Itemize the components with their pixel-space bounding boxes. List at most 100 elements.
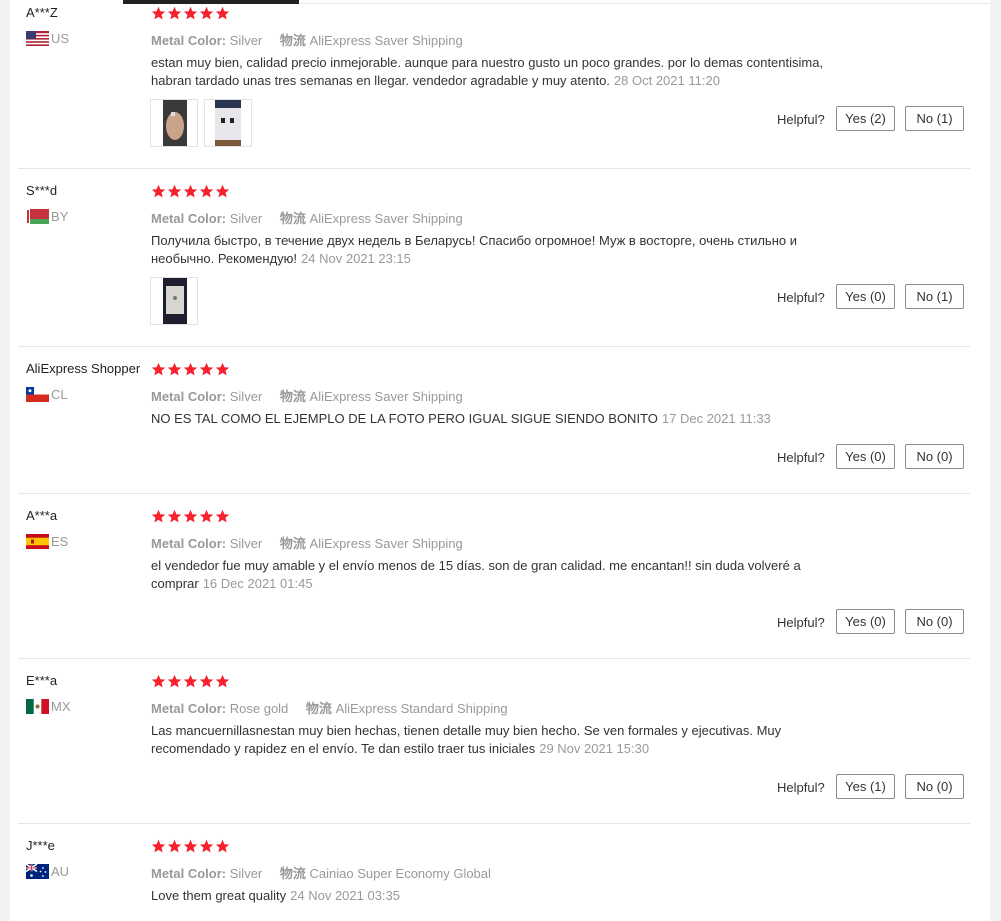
photo-cufflinks-icon [205, 100, 251, 146]
review-photo-thumbnail[interactable] [204, 99, 252, 147]
country-code: BY [51, 209, 69, 224]
star-icon [151, 6, 166, 20]
shipping-key: 物流 [279, 536, 306, 551]
shipping-value: AliExpress Saver Shipping [309, 211, 463, 226]
star-icon [199, 674, 214, 688]
star-icon [199, 509, 214, 523]
helpful-no-button[interactable]: No (0) [905, 609, 964, 634]
review-divider [18, 168, 970, 169]
sku-info: Metal Color: Silver 物流 Cainiao Super Eco… [151, 863, 491, 882]
star-icon [215, 509, 230, 523]
shipping-key: 物流 [279, 33, 306, 48]
sku-info: Metal Color: Silver 物流 AliExpress Saver … [151, 533, 463, 552]
reviewer-name: J***e [26, 838, 55, 853]
star-icon [167, 184, 182, 198]
sku-info: Metal Color: Silver 物流 AliExpress Saver … [151, 386, 463, 405]
review-date: 29 Nov 2021 15:30 [539, 741, 650, 756]
helpful-no-button[interactable]: No (1) [905, 284, 964, 309]
review-content: Las mancuernillasnestan muy bien hechas,… [151, 722, 841, 758]
shipping-key: 物流 [279, 389, 306, 404]
review-photo-thumbnail[interactable] [150, 99, 198, 147]
shipping-value: AliExpress Standard Shipping [335, 701, 508, 716]
review-content: estan muy bien, calidad precio inmejorab… [151, 54, 841, 90]
review-date: 16 Dec 2021 01:45 [202, 576, 313, 591]
right-gutter [990, 0, 1001, 921]
metal-color-key: Metal Color: [151, 211, 227, 226]
star-icon [183, 509, 198, 523]
metal-color-key: Metal Color: [151, 866, 227, 881]
country-code: MX [51, 699, 71, 714]
review-photos [150, 277, 198, 325]
metal-color-key: Metal Color: [151, 701, 227, 716]
star-icon [199, 6, 214, 20]
metal-color-key: Metal Color: [151, 33, 227, 48]
review-content: Love them great quality 24 Nov 2021 03:35 [151, 887, 841, 905]
shipping-key: 物流 [305, 701, 332, 716]
review-feed: A***Z US Metal Color: Silver 物流 AliExpre… [10, 0, 990, 921]
reviewer-name: A***a [26, 508, 58, 523]
shipping-key: 物流 [279, 866, 306, 881]
helpful-label: Helpful? [777, 290, 825, 305]
reviewer-name: E***a [26, 673, 58, 688]
star-icon [183, 184, 198, 198]
metal-color-value: Silver [229, 536, 263, 551]
star-icon [215, 674, 230, 688]
shipping-key: 物流 [279, 211, 306, 226]
shipping-value: AliExpress Saver Shipping [309, 33, 463, 48]
flag-mx-icon [26, 699, 49, 714]
metal-color-value: Silver [229, 33, 263, 48]
reviewer-country: MX [26, 699, 71, 714]
helpful-no-button[interactable]: No (0) [905, 444, 964, 469]
review-divider [18, 346, 970, 347]
review-divider [18, 823, 970, 824]
reviewer-name: A***Z [26, 5, 58, 20]
star-icon [167, 362, 182, 376]
reviewer-country: CL [26, 387, 68, 402]
helpful-yes-button[interactable]: Yes (2) [836, 106, 895, 131]
star-icon [151, 184, 166, 198]
review-divider [18, 493, 970, 494]
helpful-yes-button[interactable]: Yes (0) [836, 609, 895, 634]
metal-color-key: Metal Color: [151, 536, 227, 551]
left-gutter [0, 0, 10, 921]
star-icon [183, 674, 198, 688]
country-code: AU [51, 864, 70, 879]
star-icon [183, 839, 198, 853]
shipping-value: AliExpress Saver Shipping [309, 389, 463, 404]
review-photo-thumbnail[interactable] [150, 277, 198, 325]
flag-us-icon [26, 31, 49, 46]
star-icon [167, 674, 182, 688]
helpful-yes-button[interactable]: Yes (0) [836, 444, 895, 469]
sku-info: Metal Color: Silver 物流 AliExpress Saver … [151, 208, 463, 227]
metal-color-value: Silver [229, 866, 263, 881]
photo-box-icon [151, 278, 197, 324]
helpful-yes-button[interactable]: Yes (0) [836, 284, 895, 309]
helpful-label: Helpful? [777, 112, 825, 127]
country-code: ES [51, 534, 69, 549]
sku-info: Metal Color: Silver 物流 AliExpress Saver … [151, 30, 463, 49]
star-icon [167, 6, 182, 20]
metal-color-value: Rose gold [229, 701, 289, 716]
reviewer-country: US [26, 31, 69, 46]
country-code: US [51, 31, 70, 46]
review-body: Love them great quality [151, 888, 287, 903]
star-icon [167, 509, 182, 523]
metal-color-key: Metal Color: [151, 389, 227, 404]
helpful-no-button[interactable]: No (1) [905, 106, 964, 131]
helpful-no-button[interactable]: No (0) [905, 774, 964, 799]
review-body: Las mancuernillasnestan muy bien hechas,… [151, 723, 782, 756]
flag-au-icon [26, 864, 49, 879]
reviewer-country: BY [26, 209, 68, 224]
star-icon [215, 184, 230, 198]
star-icon [151, 509, 166, 523]
country-code: CL [51, 387, 68, 402]
star-rating [151, 509, 230, 524]
photo-hand-icon [151, 100, 197, 146]
star-rating [151, 6, 230, 21]
review-date: 24 Nov 2021 23:15 [301, 251, 411, 266]
star-rating [151, 362, 230, 377]
helpful-yes-button[interactable]: Yes (1) [836, 774, 895, 799]
shipping-value: Cainiao Super Economy Global [309, 866, 491, 881]
star-icon [151, 674, 166, 688]
flag-cl-icon [26, 387, 49, 402]
